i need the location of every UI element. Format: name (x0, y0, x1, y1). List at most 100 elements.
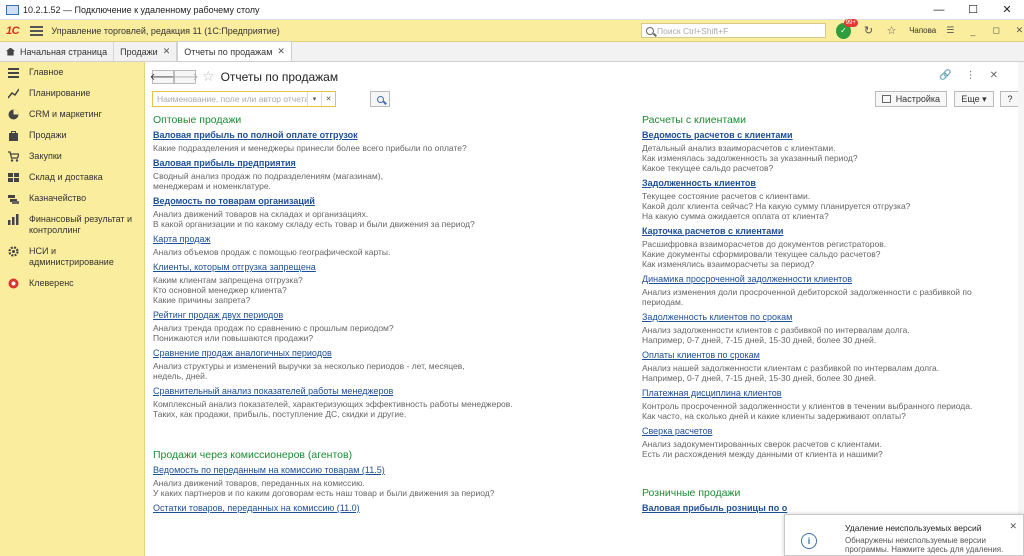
app-close-button[interactable]: ✕ (1015, 25, 1024, 36)
global-search-placeholder: Поиск Ctrl+Shift+F (657, 25, 729, 36)
favorites-icon[interactable]: ☆ (886, 24, 897, 37)
report-link[interactable]: Сравнение продаж аналогичных периодов (153, 348, 332, 359)
report-link[interactable]: Задолженность клиентов по срокам (642, 312, 792, 323)
dropdown-arrow-icon[interactable]: ▾ (307, 92, 321, 106)
notifications-count: 99+ (843, 18, 858, 27)
report-link[interactable]: Рейтинг продаж двух периодов (153, 310, 283, 321)
report-link[interactable]: Клиенты, которым отгрузка запрещена (153, 262, 316, 273)
group-title: Продажи через комиссионеров (агентов) (153, 449, 353, 461)
app-minimize-button[interactable]: _ (968, 26, 977, 36)
window-title: 10.2.1.52 — Подключение к удаленному раб… (23, 4, 260, 15)
main-menu-icon[interactable] (30, 25, 44, 36)
clear-icon[interactable]: ✕ (321, 92, 335, 106)
report-item: Ведомость по переданным на комиссию това… (153, 465, 513, 498)
report-link[interactable]: Валовая прибыль розницы по о (642, 503, 787, 514)
report-link[interactable]: Ведомость по переданным на комиссию това… (153, 465, 385, 476)
close-icon[interactable]: ✕ (1009, 521, 1017, 532)
page-actions: 🔗 ⋮ ✕ (939, 70, 998, 81)
sidebar-item-crm[interactable]: CRM и маркетинг (0, 104, 144, 125)
report-link[interactable]: Валовая прибыль по полной оплате отгрузо… (153, 130, 358, 141)
tab-home[interactable]: Начальная страница (0, 42, 115, 61)
tab-sales-reports[interactable]: Отчеты по продажам ✕ (177, 41, 292, 61)
report-item: Карта продаж Анализ объемов продаж с помо… (153, 234, 513, 257)
find-button[interactable] (370, 91, 390, 107)
report-item: Валовая прибыль предприятия Сводный анали… (153, 158, 513, 191)
report-description: Анализ объемов продаж с помощью географи… (153, 247, 391, 257)
bag-icon (8, 130, 19, 141)
more-label: Еще (961, 94, 980, 104)
global-search-input[interactable]: Поиск Ctrl+Shift+F (641, 23, 827, 38)
current-user[interactable]: Чапова (909, 26, 936, 35)
report-link[interactable]: Ведомость расчетов с клиентами (642, 130, 793, 141)
window-maximize-button[interactable]: ☐ (956, 0, 990, 20)
report-item: Остатки товаров, переданных на комиссию … (153, 503, 513, 514)
sidebar-item-planning[interactable]: Планирование (0, 83, 144, 104)
report-description: Контроль просроченной задолженности у кл… (642, 401, 973, 421)
sidebar-item-label: НСИ и администрирование (29, 246, 114, 267)
user-menu-icon[interactable]: ☰ (946, 25, 954, 36)
sidebar-item-purchases[interactable]: Закупки (0, 146, 144, 167)
home-icon (6, 47, 15, 56)
report-description: Анализ нашей задолженности клиентам с ра… (642, 363, 940, 383)
close-icon[interactable]: ✕ (990, 70, 998, 81)
sidebar-item-admin[interactable]: НСИ и администрирование (0, 241, 144, 273)
sidebar-item-label: CRM и маркетинг (29, 109, 102, 119)
notification-popup[interactable]: i Удаление неиспользуемых версий Обнаруж… (784, 514, 1024, 556)
settings-icon (882, 95, 891, 103)
report-item: Задолженность клиентов Текущее состояние … (642, 178, 1012, 221)
sidebar-item-label: Планирование (29, 88, 91, 98)
report-item: Клиенты, которым отгрузка запрещена Каким… (153, 262, 513, 305)
group-title: Оптовые продажи (153, 114, 242, 126)
sidebar-item-finance[interactable]: Финансовый результат и контроллинг (0, 209, 144, 241)
report-filter-input[interactable]: Наименование, поле или автор отчета ▾ ✕ (152, 91, 336, 107)
pie-icon (8, 109, 19, 120)
history-icon[interactable]: ↻ (863, 24, 874, 37)
settings-label: Настройка (895, 94, 940, 104)
report-item: Оплаты клиентов по срокам Анализ нашей за… (642, 350, 1012, 383)
vertical-scrollbar[interactable] (1018, 62, 1024, 556)
more-button[interactable]: Еще ▾ (954, 91, 994, 107)
report-link[interactable]: Платежная дисциплина клиентов (642, 388, 782, 399)
report-description: Анализ задолженности клиентов с разбивко… (642, 325, 910, 345)
report-link[interactable]: Валовая прибыль предприятия (153, 158, 296, 169)
window-close-button[interactable]: ✕ (990, 0, 1024, 20)
close-icon[interactable]: ✕ (163, 46, 171, 57)
report-link[interactable]: Оплаты клиентов по срокам (642, 350, 760, 361)
report-description: Какие подразделения и менеджеры принесли… (153, 143, 467, 153)
tab-sales[interactable]: Продажи ✕ (114, 42, 178, 61)
notifications-icon[interactable]: ✓ 99+ (836, 18, 858, 39)
favorite-star-icon[interactable]: ☆ (202, 68, 215, 85)
chart-icon (7, 88, 20, 99)
sidebar-item-treasury[interactable]: Казначейство (0, 188, 144, 209)
cleverence-icon (8, 278, 19, 289)
settings-button[interactable]: Настройка (875, 91, 947, 107)
sidebar-item-label: Склад и доставка (29, 172, 103, 182)
notification-title: Удаление неиспользуемых версий (845, 523, 982, 533)
sidebar-item-sales[interactable]: Продажи (0, 125, 144, 146)
sidebar-item-label: Главное (29, 67, 64, 77)
report-link[interactable]: Динамика просроченной задолженности клие… (642, 274, 852, 285)
report-link[interactable]: Сравнительный анализ показателей работы … (153, 386, 393, 397)
help-button[interactable]: ? (1000, 91, 1020, 107)
sidebar-item-cleverence[interactable]: Клеверенс (0, 273, 144, 294)
more-vertical-icon[interactable]: ⋮ (966, 70, 976, 81)
close-icon[interactable]: ✕ (277, 46, 285, 57)
report-item: Сравнительный анализ показателей работы … (153, 386, 513, 419)
report-link[interactable]: Карточка расчетов с клиентами (642, 226, 783, 237)
report-link[interactable]: Ведомость по товарам организаций (153, 196, 315, 207)
sidebar-item-label: Продажи (29, 130, 67, 140)
report-link[interactable]: Задолженность клиентов (642, 178, 756, 189)
forward-button[interactable]: 🡒 (172, 69, 198, 84)
link-icon[interactable]: 🔗 (939, 70, 951, 81)
app-header: 1С Управление торговлей, редакция 11 (1С… (0, 18, 1024, 42)
app-restore-button[interactable]: ◻ (992, 25, 1001, 36)
sidebar-item-warehouse[interactable]: Склад и доставка (0, 167, 144, 188)
report-description: Комплексный анализ показателей, характер… (153, 399, 513, 419)
menu-icon (8, 67, 19, 78)
window-minimize-button[interactable]: — (922, 0, 956, 20)
sidebar-item-main[interactable]: Главное (0, 62, 144, 83)
report-link[interactable]: Сверка расчетов (642, 426, 712, 437)
report-link[interactable]: Карта продаж (153, 234, 211, 245)
report-link[interactable]: Остатки товаров, переданных на комиссию … (153, 503, 360, 514)
finance-icon (8, 214, 19, 225)
